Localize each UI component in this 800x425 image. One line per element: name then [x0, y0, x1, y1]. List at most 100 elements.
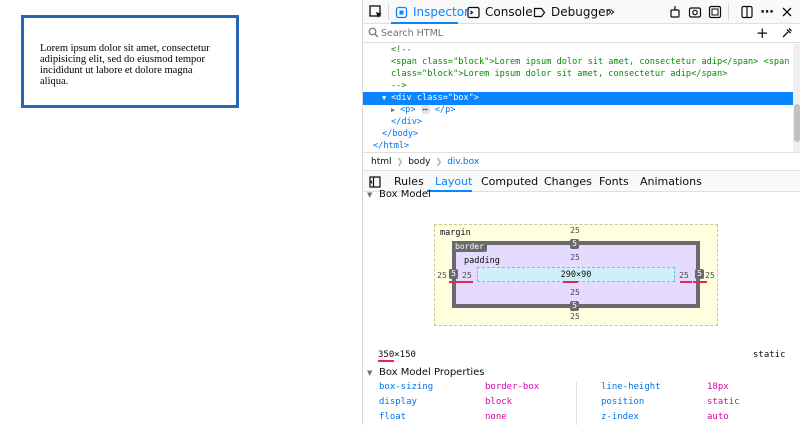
toolbar-separator — [728, 4, 729, 20]
box-model-properties-list: box-sizing border-box line-height 18px d… — [363, 382, 800, 425]
markup-line[interactable]: class="block">Lorem ipsum dolor sit amet… — [363, 68, 793, 81]
eyedropper-icon[interactable] — [781, 27, 793, 42]
position-value: static — [753, 350, 786, 360]
margin-right-value[interactable]: 25 — [702, 271, 718, 280]
collapse-triangle-icon[interactable]: ▶ — [391, 104, 400, 117]
box-model-content[interactable]: 290×90 — [477, 267, 675, 282]
markup-line-selected-div[interactable]: ▼ <div class="box"> — [363, 92, 793, 105]
tab-layout[interactable]: Layout — [435, 171, 472, 192]
expand-triangle-icon[interactable]: ▼ — [382, 92, 391, 105]
breadcrumb-html[interactable]: html — [371, 157, 392, 167]
property-row: float none z-index auto — [363, 412, 800, 425]
markup-attr-value: "box" — [447, 93, 474, 103]
collapsed-content-ellipsis[interactable]: ⋯ — [420, 105, 430, 114]
element-picker-icon[interactable] — [368, 4, 384, 20]
border-label: border — [452, 242, 487, 252]
highlight-mark — [563, 281, 578, 283]
border-left-value[interactable]: 5 — [449, 269, 458, 279]
border-top-value[interactable]: 5 — [570, 239, 579, 249]
tab-inspector[interactable]: Inspector — [395, 0, 469, 24]
markup-line-comment-start[interactable]: <!-- — [363, 44, 793, 57]
dimensions-height: ×150 — [394, 350, 416, 360]
margin-left-value[interactable]: 25 — [434, 271, 450, 280]
search-icon — [368, 27, 379, 41]
border-right-value[interactable]: 5 — [695, 269, 704, 279]
markup-comment-text: class= — [391, 69, 423, 79]
markup-line-body-close[interactable]: </body> — [363, 128, 793, 141]
property-value: block — [485, 397, 513, 407]
search-input[interactable] — [381, 26, 741, 40]
active-tab-indicator — [427, 190, 472, 192]
close-icon[interactable] — [779, 4, 795, 20]
margin-label: margin — [440, 228, 471, 238]
tab-animations[interactable]: Animations — [640, 171, 702, 192]
markup-comment-text: >Lorem ipsum dolor sit amet, consectetur… — [489, 57, 790, 67]
markup-comment-text: <span — [391, 57, 423, 67]
property-value: border-box — [485, 382, 540, 392]
devtools-toolbar: Inspector Console Debugger » ⋯ — [363, 0, 800, 24]
properties-divider — [576, 382, 577, 425]
dimensions-width: 350 — [378, 350, 395, 362]
padding-right-value[interactable]: 25 — [676, 271, 692, 280]
inspector-icon — [395, 6, 408, 18]
more-tabs-chevron-icon[interactable]: » — [603, 4, 619, 20]
box-model-header[interactable]: ▼ Box Model — [367, 189, 431, 200]
markup-line[interactable]: <span class="block">Lorem ipsum dolor si… — [363, 56, 793, 69]
box-model-title: Box Model — [379, 189, 431, 200]
page-viewport: Lorem ipsum dolor sit amet, consectetur … — [0, 0, 362, 425]
tab-changes[interactable]: Changes — [544, 171, 592, 192]
property-name: line-height — [601, 382, 661, 392]
markup-view[interactable]: <!-- <span class="block">Lorem ipsum dol… — [363, 44, 800, 152]
padding-label: padding — [464, 256, 500, 266]
property-name: box-sizing — [379, 382, 434, 392]
breadcrumb: html ❯ body ❯ div.box — [363, 152, 800, 171]
tab-debugger-label: Debugger — [551, 5, 611, 19]
markup-line-div-close[interactable]: </div> — [363, 116, 793, 129]
padding-top-value[interactable]: 25 — [567, 253, 583, 262]
property-row: display block position static — [363, 397, 800, 410]
markup-line-html-close[interactable]: </html> — [363, 140, 793, 152]
breadcrumb-separator-icon: ❯ — [435, 157, 443, 166]
settings-frame-icon[interactable] — [707, 4, 723, 20]
dock-icon[interactable] — [739, 4, 755, 20]
property-value: 18px — [707, 382, 729, 392]
markup-line-comment-end[interactable]: --> — [363, 80, 793, 93]
breadcrumb-separator-icon: ❯ — [396, 157, 404, 166]
highlight-mark — [461, 281, 473, 283]
more-options-icon[interactable]: ⋯ — [759, 4, 775, 20]
collapse-triangle-icon: ▼ — [367, 190, 373, 199]
devtools-panel: Inspector Console Debugger » ⋯ Search HT… — [362, 0, 800, 425]
highlight-mark — [693, 281, 707, 283]
property-name: z-index — [601, 412, 639, 422]
box-model-properties-title: Box Model Properties — [379, 367, 485, 378]
markup-tag: <div — [391, 93, 417, 103]
margin-top-value[interactable]: 25 — [567, 226, 583, 235]
add-node-icon[interactable]: + — [756, 24, 769, 42]
screenshot-icon[interactable] — [687, 4, 703, 20]
padding-bottom-value[interactable]: 25 — [567, 288, 583, 297]
padding-left-value[interactable]: 25 — [459, 271, 475, 280]
toolbar-separator — [388, 4, 389, 20]
markup-comment-text: "block" — [453, 57, 490, 67]
markup-scrollbar-thumb[interactable] — [794, 104, 800, 142]
markup-line-p[interactable]: ▶ <p> ⋯ </p> — [363, 104, 793, 117]
border-bottom-value[interactable]: 5 — [570, 301, 579, 311]
content-size[interactable]: 290×90 — [561, 270, 592, 280]
box-model-properties-header[interactable]: ▼ Box Model Properties — [367, 367, 485, 378]
margin-bottom-value[interactable]: 25 — [567, 312, 583, 321]
tab-console[interactable]: Console — [467, 0, 533, 24]
debugger-icon — [533, 7, 546, 17]
element-dimensions: 350×150 — [378, 350, 416, 362]
breadcrumb-body[interactable]: body — [408, 157, 430, 167]
tab-computed[interactable]: Computed — [481, 171, 538, 192]
tab-debugger[interactable]: Debugger — [533, 0, 610, 24]
collapse-triangle-icon: ▼ — [367, 368, 373, 377]
box-element: Lorem ipsum dolor sit amet, consectetur … — [21, 15, 239, 108]
property-name: position — [601, 397, 645, 407]
breadcrumb-div-box[interactable]: div.box — [447, 157, 479, 167]
html-search-bar: + — [363, 24, 800, 43]
tab-console-label: Console — [485, 5, 533, 19]
rulers-icon[interactable] — [667, 4, 683, 20]
property-value: static — [707, 397, 740, 407]
tab-fonts[interactable]: Fonts — [599, 171, 629, 192]
